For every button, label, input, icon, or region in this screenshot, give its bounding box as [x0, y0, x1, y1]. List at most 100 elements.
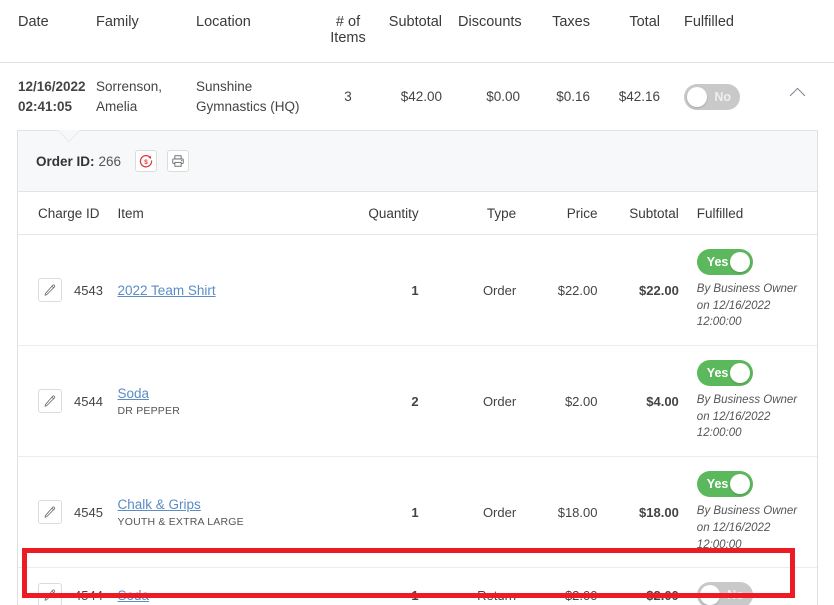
line-item-fulfilled-label: Yes — [706, 477, 729, 492]
column-header-expand — [760, 0, 834, 63]
line-item-charge-cell: 4544 — [18, 568, 112, 605]
line-item-type: Order — [482, 393, 517, 409]
orders-header-row: Date Family Location # of Items Subtotal… — [0, 0, 834, 63]
line-items-header-row: Charge ID Item Quantity Type Price Subto… — [18, 192, 817, 236]
order-date: 12/16/2022 02:41:05 — [18, 79, 86, 114]
order-fulfilled-toggle[interactable]: No — [684, 83, 740, 110]
toggle-knob — [729, 363, 750, 384]
line-column-header-subtotal[interactable]: Subtotal — [603, 192, 685, 236]
column-header-taxes[interactable]: Taxes — [528, 0, 598, 63]
chevron-up-icon[interactable] — [789, 88, 805, 104]
line-item-type: Order — [482, 504, 517, 520]
order-discounts: $0.00 — [486, 88, 520, 104]
line-items-header: Charge ID Item Quantity Type Price Subto… — [18, 192, 817, 236]
line-item-fulfilled-label: Yes — [706, 255, 729, 270]
order-detail-header: Order ID: 266 $ — [18, 130, 817, 193]
pencil-icon[interactable] — [38, 389, 62, 414]
toggle-knob — [687, 86, 707, 107]
line-item-variant: DR PEPPER — [117, 404, 180, 417]
orders-table-body: 12/16/2022 02:41:05 Sorrenson, Amelia Su… — [0, 63, 834, 131]
line-item-charge-cell: 4544 — [18, 346, 112, 457]
line-item-charge-id: 4544 — [74, 587, 103, 603]
column-header-discounts[interactable]: Discounts — [450, 0, 528, 63]
column-header-subtotal[interactable]: Subtotal — [378, 0, 450, 63]
line-item-charge-id: 4545 — [74, 504, 103, 520]
line-item-variant: YOUTH & EXTRA LARGE — [117, 515, 244, 528]
line-item-charge-id: 4544 — [74, 393, 103, 409]
panel-notch — [58, 130, 80, 142]
line-item-fulfilled-meta: By Business Owner on 12/16/2022 12:00:00 — [696, 283, 798, 329]
line-item-type: Order — [482, 282, 517, 298]
order-row[interactable]: 12/16/2022 02:41:05 Sorrenson, Amelia Su… — [0, 63, 834, 131]
order-subtotal: $42.00 — [400, 88, 442, 104]
line-item-fulfilled-cell: Yes By Business Owner on 12/16/2022 12:00… — [685, 457, 817, 568]
line-column-header-quantity[interactable]: Quantity — [327, 192, 425, 236]
line-item-fulfilled-toggle[interactable]: Yes — [696, 471, 753, 498]
line-item-subtotal: -$2.00 — [641, 587, 679, 603]
line-item-quantity: 1 — [411, 282, 419, 298]
column-header-total[interactable]: Total — [598, 0, 668, 63]
line-item-subtotal: $22.00 — [639, 282, 679, 298]
line-items-body: 4543 2022 Team Shirt 1 Order $22.00 $22.00 Yes… — [18, 235, 817, 605]
line-item-quantity: 1 — [411, 504, 419, 520]
line-item-fulfilled-label: No — [727, 588, 744, 603]
column-header-location[interactable]: Location — [188, 0, 318, 63]
order-fulfilled-cell: No — [668, 63, 760, 131]
line-item-link[interactable]: 2022 Team Shirt — [118, 283, 216, 298]
refund-dollar-icon[interactable]: $ — [135, 150, 158, 173]
order-item-count: 3 — [344, 88, 352, 104]
line-item-charge-cell: 4543 — [18, 235, 112, 346]
line-item-fulfilled-meta: By Business Owner on 12/16/2022 12:00:00 — [696, 505, 798, 551]
printer-icon[interactable] — [167, 150, 190, 173]
line-item-fulfilled-cell: Yes By Business Owner on 12/16/2022 12:00… — [685, 346, 817, 457]
orders-table-header: Date Family Location # of Items Subtotal… — [0, 0, 834, 63]
line-column-header-charge-id[interactable]: Charge ID — [18, 192, 112, 236]
line-item-link[interactable]: Chalk & Grips — [118, 497, 201, 512]
column-header-date[interactable]: Date — [0, 0, 88, 63]
line-item-charge-cell: 4545 — [18, 457, 112, 568]
pencil-icon[interactable] — [38, 583, 62, 605]
line-item-row[interactable]: 4545 Chalk & Grips YOUTH & EXTRA LARGE 1 Ord… — [18, 457, 817, 568]
line-items-table: Charge ID Item Quantity Type Price Subto… — [18, 192, 817, 605]
line-item-fulfilled-toggle[interactable]: Yes — [696, 249, 753, 276]
line-item-fulfilled-toggle[interactable]: No — [696, 582, 753, 605]
toggle-knob — [729, 474, 750, 495]
order-expand-cell — [760, 63, 834, 131]
order-total: $42.16 — [618, 88, 660, 104]
orders-page: Date Family Location # of Items Subtotal… — [0, 0, 834, 605]
line-item-row[interactable]: 4543 2022 Team Shirt 1 Order $22.00 $22.00 Yes… — [18, 235, 817, 346]
line-column-header-type[interactable]: Type — [424, 192, 523, 236]
pencil-icon[interactable] — [38, 278, 62, 303]
column-header-family[interactable]: Family — [88, 0, 188, 63]
line-item-row[interactable]: 4544 Soda DR PEPPER 2 Order $2.00 $4.00 Yes By B… — [18, 346, 817, 457]
line-item-price: $22.00 — [557, 282, 598, 298]
pencil-icon[interactable] — [38, 500, 62, 525]
line-item-charge-id: 4543 — [74, 282, 103, 298]
order-location: Sunshine Gymnastics (HQ) — [196, 79, 300, 114]
line-item-fulfilled-meta: By Business Owner on 12/16/2022 12:00:00 — [696, 394, 798, 440]
line-item-row[interactable]: 4544 Soda -1 Return $2.00 -$2.00 No — [18, 568, 817, 605]
order-detail-panel: Order ID: 266 $ Charge ID Item Quantity … — [17, 130, 818, 605]
order-id-value: 266 — [98, 153, 122, 169]
line-item-type: Return — [477, 587, 517, 603]
line-item-subtotal: $4.00 — [646, 393, 679, 409]
line-column-header-item[interactable]: Item — [111, 192, 328, 236]
line-item-price: $2.00 — [564, 587, 598, 603]
line-item-fulfilled-toggle[interactable]: Yes — [696, 360, 753, 387]
column-header-items-line1: # of — [335, 14, 361, 30]
column-header-items-line2: Items — [330, 30, 366, 46]
line-item-name-cell: Soda DR PEPPER — [112, 346, 328, 457]
order-fulfilled-label: No — [714, 89, 731, 104]
line-item-quantity: -1 — [407, 587, 419, 603]
line-item-fulfilled-cell: No — [685, 568, 817, 605]
line-column-header-fulfilled[interactable]: Fulfilled — [684, 192, 817, 236]
line-item-link[interactable]: Soda — [118, 386, 150, 401]
toggle-knob — [699, 585, 720, 605]
line-item-price: $2.00 — [564, 393, 598, 409]
line-column-header-price[interactable]: Price — [522, 192, 604, 236]
column-header-items[interactable]: # of Items — [318, 0, 378, 63]
column-header-fulfilled[interactable]: Fulfilled — [668, 0, 760, 63]
toggle-knob — [729, 252, 750, 273]
line-item-subtotal: $18.00 — [639, 504, 679, 520]
line-item-link[interactable]: Soda — [118, 588, 150, 603]
